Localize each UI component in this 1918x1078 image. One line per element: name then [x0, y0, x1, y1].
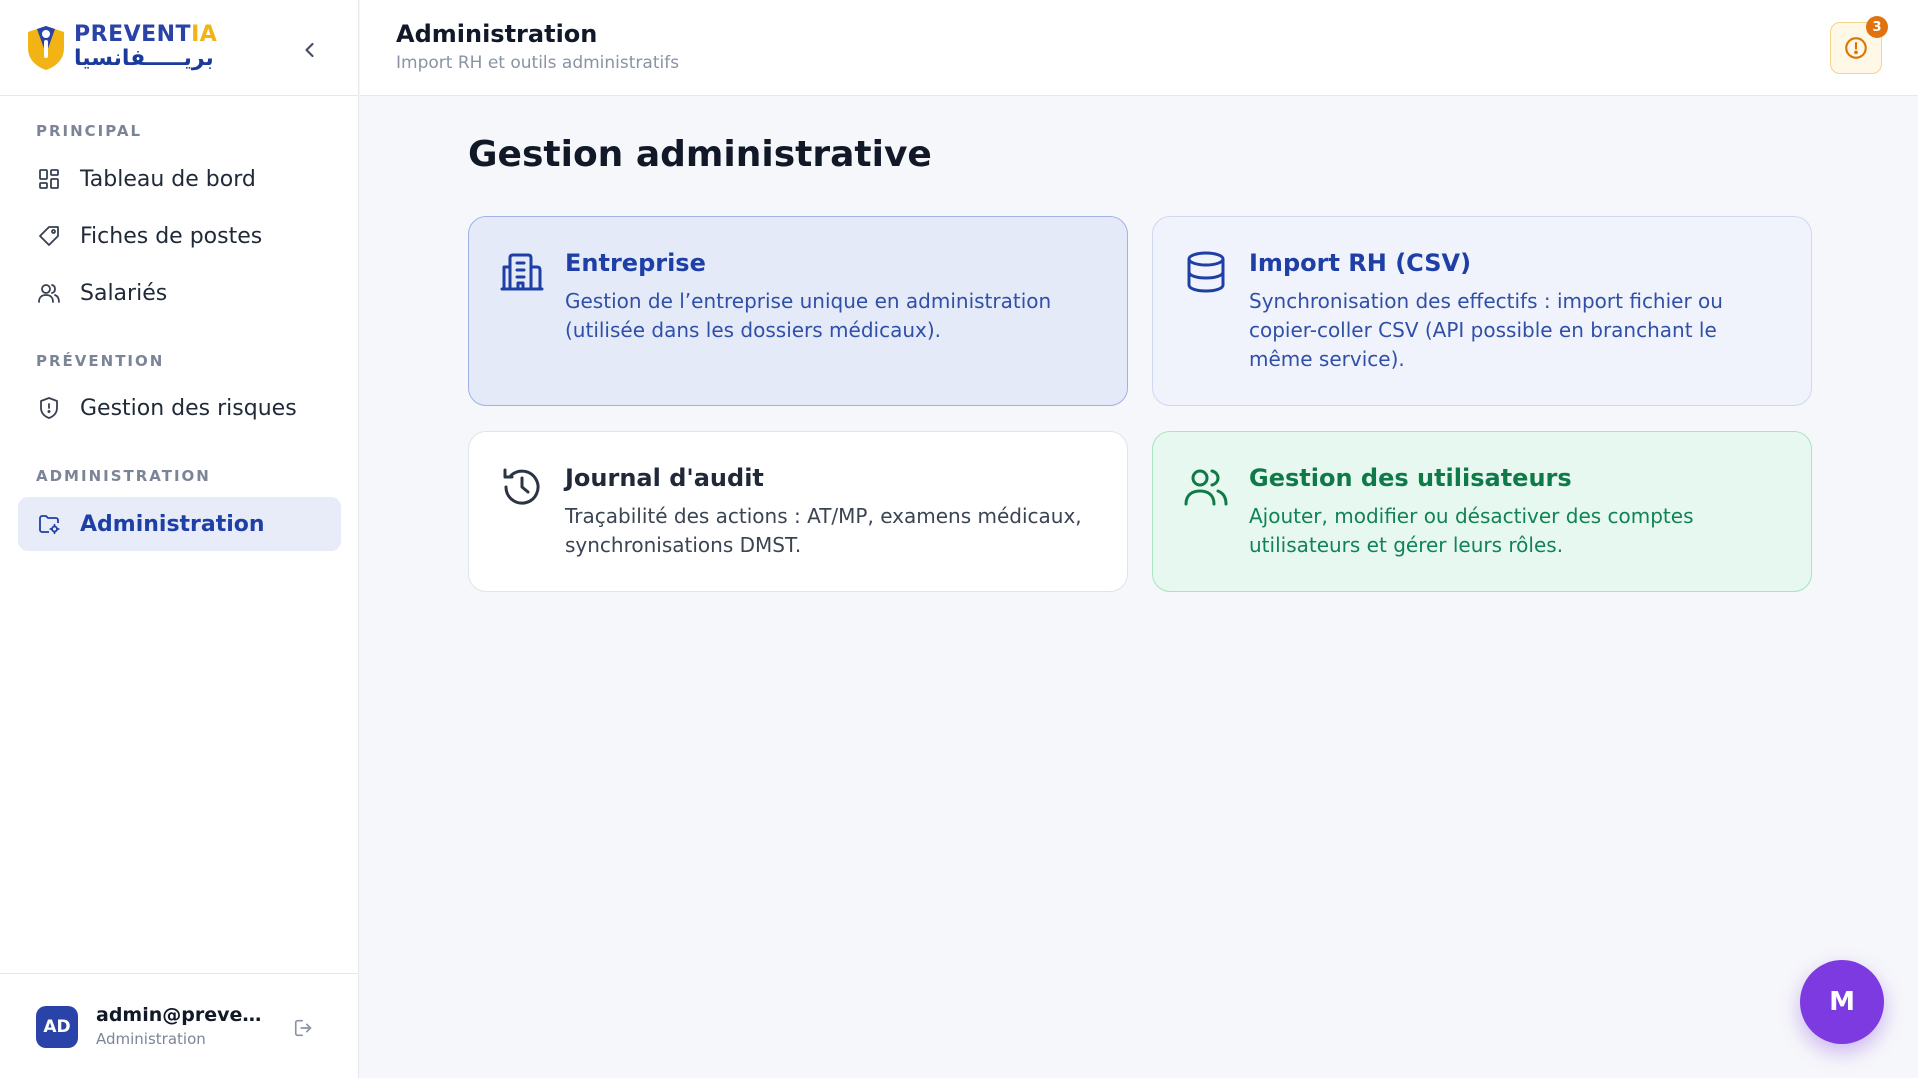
- avatar[interactable]: AD: [36, 1006, 78, 1048]
- section-label-prevention: PRÉVENTION: [36, 352, 165, 370]
- collapse-sidebar-button[interactable]: [296, 36, 324, 64]
- page-title: Gestion administrative: [468, 134, 932, 175]
- header-title: Administration: [396, 20, 598, 48]
- folder-settings-icon: [36, 511, 62, 537]
- logo-shield-icon: [28, 26, 64, 70]
- card-description: Traçabilité des actions : AT/MP, examens…: [565, 504, 1082, 557]
- tag-icon: [36, 223, 62, 249]
- card-entreprise[interactable]: Entreprise Gestion de l’entreprise uniqu…: [468, 216, 1128, 406]
- card-gestion-utilisateurs[interactable]: Gestion des utilisateurs Ajouter, modifi…: [1152, 431, 1812, 592]
- sidebar-item-label: Tableau de bord: [80, 166, 256, 192]
- card-title: Entreprise: [565, 249, 706, 277]
- building-icon: [499, 249, 545, 295]
- card-journal-audit[interactable]: Journal d'audit Traçabilité des actions …: [468, 431, 1128, 592]
- history-icon: [499, 464, 545, 510]
- section-label-principal: PRINCIPAL: [36, 122, 143, 140]
- user-email: admin@preventia.local: [96, 1004, 274, 1026]
- header-subtitle: Import RH et outils administratifs: [396, 53, 680, 73]
- logout-icon: [294, 1019, 312, 1037]
- brand-name-arabic: بريـــــفانسيا: [74, 46, 214, 71]
- card-description: Gestion de l’entreprise unique en admini…: [565, 289, 1052, 342]
- top-bar: Administration Import RH et outils admin…: [360, 0, 1918, 96]
- card-title: Import RH (CSV): [1249, 249, 1472, 277]
- alerts-count-badge: 3: [1866, 16, 1888, 38]
- brand-name-accent: IA: [191, 22, 218, 47]
- sidebar-item-label: Salariés: [80, 280, 168, 306]
- sidebar: PREVENTIA بريـــــفانسيا PRINCIPAL Table…: [0, 0, 359, 1078]
- card-description: Ajouter, modifier ou désactiver des comp…: [1249, 504, 1694, 557]
- alert-circle-icon: [1845, 37, 1867, 59]
- sidebar-item-administration[interactable]: Administration: [18, 497, 341, 551]
- user-box: AD admin@preventia.local Administration: [0, 973, 359, 1078]
- card-title: Journal d'audit: [565, 464, 764, 492]
- brand-wordmark: PREVENTIA: [74, 22, 217, 47]
- shield-icon: [36, 395, 62, 421]
- assistant-fab-button[interactable]: M: [1800, 960, 1884, 1044]
- users-icon: [1183, 464, 1229, 510]
- sidebar-item-salaries[interactable]: Salariés: [18, 266, 341, 320]
- chevron-left-icon: [305, 42, 314, 58]
- card-description: Synchronisation des effectifs : import f…: [1249, 289, 1723, 371]
- users-icon: [36, 280, 62, 306]
- section-label-administration: ADMINISTRATION: [36, 467, 211, 485]
- database-icon: [1183, 249, 1229, 295]
- card-title: Gestion des utilisateurs: [1249, 464, 1572, 492]
- sidebar-item-fiches-de-postes[interactable]: Fiches de postes: [18, 209, 341, 263]
- dashboard-icon: [36, 166, 62, 192]
- sidebar-item-label: Gestion des risques: [80, 395, 297, 421]
- user-role: Administration: [96, 1030, 206, 1048]
- sidebar-item-tableau-de-bord[interactable]: Tableau de bord: [18, 152, 341, 206]
- logout-button[interactable]: [290, 1014, 318, 1042]
- card-import-rh[interactable]: Import RH (CSV) Synchronisation des effe…: [1152, 216, 1812, 406]
- sidebar-item-label: Administration: [80, 511, 265, 537]
- sidebar-item-label: Fiches de postes: [80, 223, 263, 249]
- brand: PREVENTIA بريـــــفانسيا: [0, 0, 358, 96]
- brand-name-main: PREVENT: [74, 22, 192, 47]
- sidebar-item-gestion-des-risques[interactable]: Gestion des risques: [18, 381, 341, 435]
